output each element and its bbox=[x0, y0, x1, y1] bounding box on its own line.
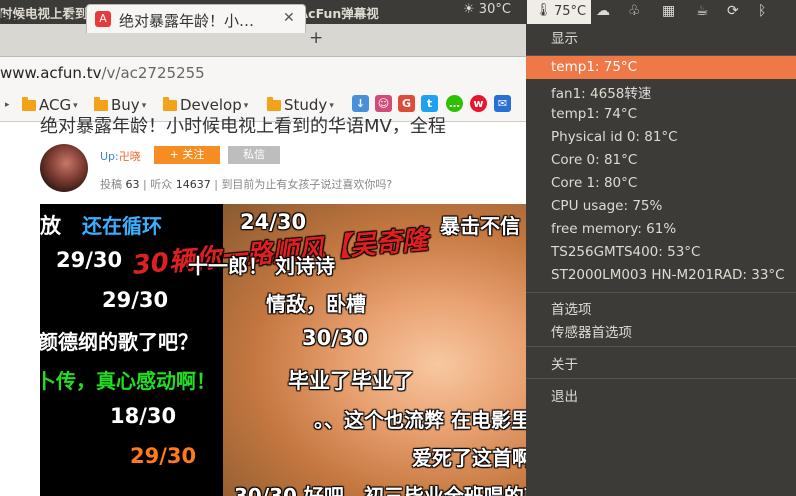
bookmark-twitter-icon[interactable]: t bbox=[421, 95, 438, 112]
video-player[interactable]: 放 还在循环 24/30 暴击不信 30辆你一路顺风【吴奇隆 29/30 十一郎… bbox=[40, 204, 530, 496]
page-title: 绝对暴露年龄！小时候电视上看到的华语MV，全程 bbox=[40, 116, 446, 137]
weather-temp: 30°C bbox=[478, 2, 511, 17]
danmaku-comment: 毕业了毕业了 bbox=[288, 369, 414, 393]
uploader-stats: 投稿 63 | 听众 14637 | 到目前为止有女孩子说过喜欢你吗? bbox=[100, 178, 393, 191]
new-tab-button[interactable]: + bbox=[309, 28, 323, 48]
folder-icon bbox=[22, 97, 36, 111]
menu-item-core1[interactable]: Core 1: 80°C bbox=[526, 172, 796, 195]
close-icon[interactable]: ✕ bbox=[66, 9, 78, 25]
danmaku-comment: 29/30 bbox=[56, 248, 123, 272]
folder-icon bbox=[267, 97, 281, 111]
sensor-indicator[interactable]: 🌡 75°C bbox=[527, 0, 591, 24]
follow-button[interactable]: + 关注 bbox=[154, 146, 220, 164]
bluetooth-icon[interactable]: ᛒ bbox=[758, 3, 766, 19]
url-path: /v/ac2725255 bbox=[101, 64, 205, 82]
danmaku-comment: 卜传，真心感动啊！ bbox=[40, 369, 216, 393]
danmaku-comment: 爱死了这首啊啊啊！ bbox=[412, 446, 530, 470]
bookmark-gplus-icon[interactable]: G bbox=[398, 95, 415, 112]
posts-label: 投稿 bbox=[100, 178, 122, 191]
danmaku-comment: 30/30 bbox=[302, 326, 369, 350]
uploader-signature: 到目前为止有女孩子说过喜欢你吗? bbox=[221, 178, 393, 191]
listeners-count: 14637 bbox=[175, 178, 211, 191]
menu-item-quit[interactable]: 退出 bbox=[526, 382, 796, 405]
chevron-icon[interactable]: ▸ bbox=[5, 100, 10, 110]
menu-item-show[interactable]: 显示 bbox=[526, 24, 796, 47]
menu-item-fan1[interactable]: fan1: 4658转速 bbox=[526, 79, 796, 102]
sync-icon[interactable]: ⟳ bbox=[727, 3, 739, 19]
danmaku-comment: 。、这个也流弊 在电影里听的 bbox=[314, 408, 530, 432]
danmaku-comment: 29/30 bbox=[102, 288, 169, 312]
url-text[interactable]: www.acfun.tv/v/ac2725255 bbox=[0, 64, 205, 82]
close-icon[interactable]: ✕ bbox=[283, 10, 295, 26]
avatar[interactable] bbox=[40, 144, 88, 192]
thermometer-icon: 🌡 bbox=[535, 3, 552, 18]
cloud-icon[interactable]: ☁ bbox=[596, 3, 610, 19]
sensor-menu: 显示 temp1: 75°C fan1: 4658转速 temp1: 74°C … bbox=[526, 24, 796, 496]
menu-separator bbox=[526, 378, 796, 379]
cup-icon[interactable]: ☕ bbox=[696, 3, 709, 19]
menu-item-physical-id[interactable]: Physical id 0: 81°C bbox=[526, 126, 796, 149]
posts-count: 63 bbox=[125, 178, 140, 191]
tab-label: 绝对暴露年龄！小… bbox=[119, 12, 255, 30]
danmaku-comment: 放 bbox=[40, 214, 61, 238]
menu-item-hdd[interactable]: ST2000LM003 HN-M201RAD: 33°C bbox=[526, 264, 796, 287]
menu-item-free-memory[interactable]: free memory: 61% bbox=[526, 218, 796, 241]
folder-icon bbox=[163, 97, 177, 111]
calendar-icon[interactable]: ▦ bbox=[662, 3, 675, 19]
url-host: www.acfun.tv bbox=[0, 64, 102, 82]
bookmark-weibo-icon[interactable]: w bbox=[470, 95, 487, 112]
menu-item-temp1[interactable]: temp1: 75°C bbox=[526, 56, 796, 79]
menu-item-core0[interactable]: Core 0: 81°C bbox=[526, 149, 796, 172]
message-button[interactable]: 私信 bbox=[228, 146, 280, 164]
uploader-label[interactable]: Up:卍晓 bbox=[100, 148, 141, 164]
menu-item-preferences[interactable]: 首选项 bbox=[526, 295, 796, 318]
danmaku-comment: 颜德纲的歌了吧？ bbox=[40, 330, 198, 354]
bookmark-blue-icon[interactable]: ↓ bbox=[352, 95, 369, 112]
danmaku-comment: 29/30 bbox=[130, 444, 197, 468]
danmaku-comment: 18/30 bbox=[110, 404, 177, 428]
weather-indicator[interactable]: ☀ 30°C bbox=[463, 2, 511, 17]
menu-separator bbox=[526, 292, 796, 293]
menu-separator bbox=[526, 346, 796, 347]
danmaku-comment: 情敌，卧槽 bbox=[266, 292, 366, 316]
acfun-favicon-icon: A bbox=[95, 11, 111, 27]
menu-item-temp1-b[interactable]: temp1: 74°C bbox=[526, 103, 796, 126]
menu-item-about[interactable]: 关于 bbox=[526, 350, 796, 373]
listeners-label: 听众 bbox=[150, 178, 173, 191]
danmaku-comment: 还在循环 bbox=[82, 214, 162, 238]
uploader-name[interactable]: 卍晓 bbox=[119, 150, 141, 163]
tab-active[interactable]: A 绝对暴露年龄！小… ✕ bbox=[86, 4, 306, 33]
menu-item-sensor-preferences[interactable]: 传感器首选项 bbox=[526, 318, 796, 341]
menu-item-ssd[interactable]: TS256GMTS400: 53°C bbox=[526, 241, 796, 264]
uploader-prefix: Up: bbox=[100, 150, 119, 163]
tab-label: be bbox=[0, 9, 19, 27]
sun-icon: ☀ bbox=[463, 2, 475, 17]
folder-icon bbox=[94, 97, 108, 111]
sensor-temp: 75°C bbox=[554, 4, 587, 19]
danmaku-comment: 暴击不信 bbox=[440, 214, 520, 238]
bookmark-wechat-icon[interactable]: … bbox=[446, 95, 463, 112]
menu-item-cpu-usage[interactable]: CPU usage: 75% bbox=[526, 195, 796, 218]
danmaku-comment: 十一郎！ 刘诗诗 bbox=[188, 254, 335, 278]
danmaku-comment: 30/30 好吧，初三毕业全班唱的就是这个 bbox=[234, 484, 530, 496]
bookmark-mail-icon[interactable]: ✉ bbox=[494, 95, 511, 112]
tab-previous[interactable]: be ✕ bbox=[0, 4, 82, 32]
monkey-icon[interactable]: ♧ bbox=[628, 3, 641, 19]
bookmark-anime-icon[interactable]: ☺ bbox=[375, 95, 392, 112]
